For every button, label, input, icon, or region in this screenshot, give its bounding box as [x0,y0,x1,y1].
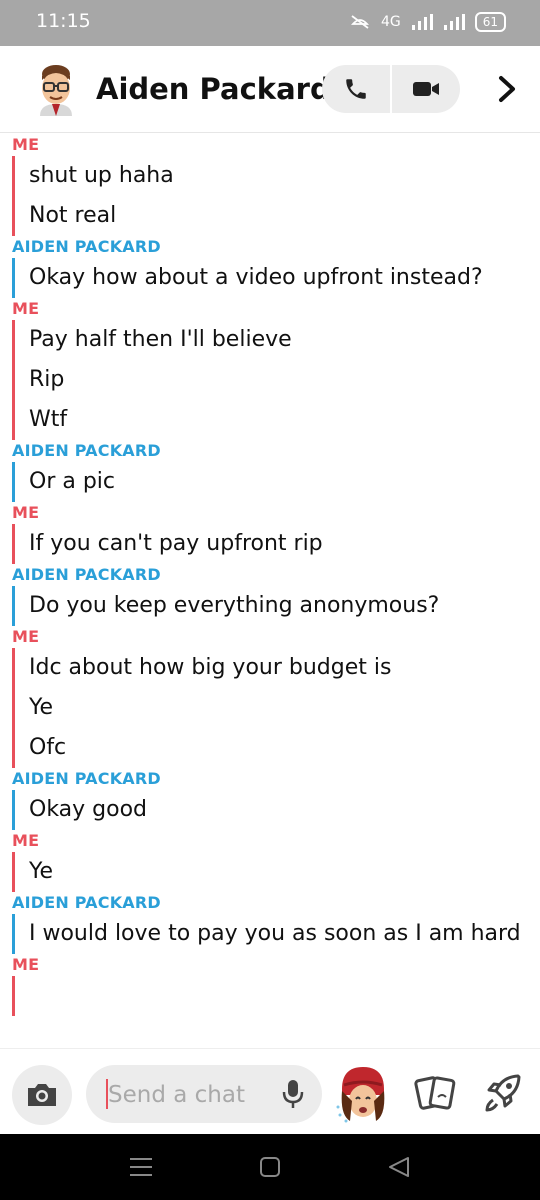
chat-message[interactable]: Not real [12,196,540,236]
message-list[interactable]: ME shut up haha Not real AIDEN PACKARD O… [0,134,540,1048]
system-nav-bar [0,1134,540,1200]
message-group: AIDEN PACKARD Okay how about a video upf… [0,236,540,298]
message-group: ME Ye [0,830,540,892]
home-icon[interactable] [258,1154,282,1180]
battery-level: 61 [474,12,506,32]
chevron-right-icon [499,76,515,102]
message-group: ME shut up haha Not real [0,134,540,236]
mute-icon [350,15,369,29]
status-time: 11:15 [36,10,91,32]
chat-message[interactable]: Okay how about a video upfront instead? [12,258,540,298]
chat-header: Aiden Packard [0,46,540,133]
chat-message[interactable]: Okay good [12,790,540,830]
message-group: ME Idc about how big your budget is Ye O… [0,626,540,768]
video-camera-icon [413,82,439,96]
chat-message[interactable] [12,976,540,1016]
microphone-icon[interactable] [282,1079,304,1109]
contact-name[interactable]: Aiden Packard [96,72,331,106]
chat-input[interactable] [106,1075,270,1115]
sender-label: AIDEN PACKARD [12,237,161,256]
status-icons: 4G 61 [349,12,506,32]
chat-message[interactable]: Wtf [12,400,540,440]
sender-label: AIDEN PACKARD [12,769,161,788]
signal-icon [411,14,433,30]
rocket-icon[interactable] [484,1073,522,1113]
chat-message[interactable]: If you can't pay upfront rip [12,524,540,564]
message-group: AIDEN PACKARD Okay good [0,768,540,830]
sender-label: AIDEN PACKARD [12,893,161,912]
chat-input-container[interactable] [86,1065,322,1123]
message-group: ME [0,954,540,1016]
sender-label: ME [12,503,40,522]
bitmoji-button[interactable] [334,1065,392,1125]
signal-2-icon [443,14,465,30]
chat-message[interactable]: Ye [12,688,540,728]
camera-button[interactable] [12,1065,72,1125]
chat-message[interactable]: Do you keep everything anonymous? [12,586,540,626]
chat-message[interactable]: Ye [12,852,540,892]
sender-label: ME [12,299,40,318]
chat-message[interactable]: I would love to pay you as soon as I am … [12,914,540,954]
voice-call-button[interactable] [322,65,390,113]
contact-avatar[interactable] [30,64,82,116]
phone-icon [346,79,366,99]
chat-message[interactable]: Idc about how big your budget is [12,648,540,688]
sender-label: ME [12,955,40,974]
chat-composer [0,1048,540,1135]
chat-message[interactable]: Ofc [12,728,540,768]
network-type: 4G [380,14,401,30]
menu-icon[interactable] [128,1154,154,1180]
forward-button[interactable] [492,74,522,104]
message-group: AIDEN PACKARD Or a pic [0,440,540,502]
sender-label: ME [12,135,40,154]
cards-icon[interactable] [414,1073,456,1113]
message-group: AIDEN PACKARD Do you keep everything ano… [0,564,540,626]
text-cursor [106,1079,108,1109]
message-group: ME Pay half then I'll believe Rip Wtf [0,298,540,440]
camera-icon [28,1084,56,1106]
chat-message[interactable]: Or a pic [12,462,540,502]
chat-message[interactable]: Rip [12,360,540,400]
message-group: AIDEN PACKARD I would love to pay you as… [0,892,540,954]
sender-label: ME [12,831,40,850]
message-group: ME If you can't pay upfront rip [0,502,540,564]
sender-label: AIDEN PACKARD [12,441,161,460]
sender-label: AIDEN PACKARD [12,565,161,584]
video-call-button[interactable] [392,65,460,113]
status-bar: 11:15 4G 61 [0,0,540,46]
chat-message[interactable]: shut up haha [12,156,540,196]
chat-message[interactable]: Pay half then I'll believe [12,320,540,360]
call-controls [322,65,460,113]
sender-label: ME [12,627,40,646]
back-icon[interactable] [386,1154,412,1180]
